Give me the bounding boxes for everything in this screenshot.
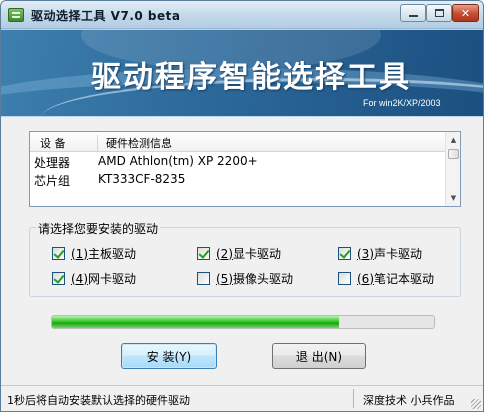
driver-options-group: 请选择您要安装的驱动 (1)主板驱动 (2)显卡驱动 (3)声卡驱动 (4)网卡… bbox=[29, 220, 461, 297]
driver-selector-window: 驱动选择工具 V7.0 beta ✕ 驱动程序智能选择工具 For win2K/… bbox=[0, 0, 484, 412]
device-info: AMD Athlon(tm) XP 2200+ bbox=[98, 154, 258, 168]
status-bar: 1秒后将自动安装默认选择的硬件驱动 深度技术 小兵作品 bbox=[1, 385, 483, 411]
column-header-info[interactable]: 硬件检测信息 bbox=[106, 135, 172, 151]
option-laptop-driver[interactable]: (6)笔记本驱动 bbox=[338, 270, 434, 286]
maximize-button[interactable] bbox=[426, 4, 452, 22]
option-graphics-driver[interactable]: (2)显卡驱动 bbox=[197, 245, 281, 261]
option-sound-driver[interactable]: (3)声卡驱动 bbox=[338, 245, 422, 261]
status-divider bbox=[353, 389, 354, 408]
resize-grip-icon[interactable] bbox=[471, 399, 481, 409]
option-label: (1)主板驱动 bbox=[71, 246, 137, 261]
option-label: (6)笔记本驱动 bbox=[357, 271, 435, 286]
list-header: 设 备 硬件检测信息 bbox=[30, 132, 446, 152]
close-button[interactable]: ✕ bbox=[452, 4, 479, 22]
hardware-list[interactable]: 设 备 硬件检测信息 处理器 AMD Athlon(tm) XP 2200+ 芯… bbox=[29, 131, 461, 207]
network-checkbox[interactable] bbox=[52, 271, 65, 285]
install-progress-bar bbox=[51, 315, 435, 329]
option-label: (4)网卡驱动 bbox=[71, 271, 137, 286]
header-banner: 驱动程序智能选择工具 For win2K/XP/2003 bbox=[1, 30, 483, 116]
device-name: 处理器 bbox=[34, 156, 71, 170]
graphics-checkbox[interactable] bbox=[197, 246, 210, 260]
status-message: 1秒后将自动安装默认选择的硬件驱动 bbox=[7, 394, 190, 407]
maximize-icon bbox=[434, 9, 444, 17]
device-name: 芯片组 bbox=[34, 174, 71, 188]
scroll-up-button[interactable]: ▲ bbox=[447, 133, 460, 147]
title-bar[interactable]: 驱动选择工具 V7.0 beta ✕ bbox=[1, 1, 483, 29]
option-network-driver[interactable]: (4)网卡驱动 bbox=[52, 270, 136, 286]
scroll-down-button[interactable]: ▼ bbox=[447, 191, 460, 205]
window-title: 驱动选择工具 V7.0 beta bbox=[31, 9, 181, 23]
camera-checkbox[interactable] bbox=[197, 271, 210, 285]
option-mainboard-driver[interactable]: (1)主板驱动 bbox=[52, 245, 136, 261]
main-panel: 设 备 硬件检测信息 处理器 AMD Athlon(tm) XP 2200+ 芯… bbox=[1, 117, 483, 385]
sound-checkbox[interactable] bbox=[338, 246, 351, 260]
minimize-icon bbox=[408, 15, 418, 17]
install-button[interactable]: 安 装(Y) bbox=[121, 343, 217, 369]
mainboard-checkbox[interactable] bbox=[52, 246, 65, 260]
option-label: (3)声卡驱动 bbox=[357, 246, 423, 261]
status-credit: 深度技术 小兵作品 bbox=[363, 394, 455, 407]
column-header-device[interactable]: 设 备 bbox=[40, 135, 98, 151]
scroll-thumb[interactable] bbox=[448, 149, 459, 159]
list-item[interactable]: 芯片组 KT333CF-8235 bbox=[30, 171, 446, 189]
option-label: (2)显卡驱动 bbox=[216, 246, 282, 261]
close-icon: ✕ bbox=[460, 6, 471, 20]
minimize-button[interactable] bbox=[400, 4, 426, 22]
list-item[interactable]: 处理器 AMD Athlon(tm) XP 2200+ bbox=[30, 153, 446, 171]
banner-subtitle: For win2K/XP/2003 bbox=[363, 98, 441, 108]
app-icon bbox=[8, 8, 24, 22]
exit-button[interactable]: 退 出(N) bbox=[272, 343, 366, 369]
progress-fill bbox=[52, 316, 339, 328]
banner-title: 驱动程序智能选择工具 bbox=[91, 60, 411, 95]
group-title: 请选择您要安装的驱动 bbox=[36, 220, 161, 237]
option-camera-driver[interactable]: (5)摄像头驱动 bbox=[197, 270, 293, 286]
device-info: KT333CF-8235 bbox=[98, 172, 186, 186]
laptop-checkbox[interactable] bbox=[338, 271, 351, 285]
vertical-scrollbar[interactable]: ▲ ▼ bbox=[445, 132, 460, 206]
option-label: (5)摄像头驱动 bbox=[216, 271, 294, 286]
